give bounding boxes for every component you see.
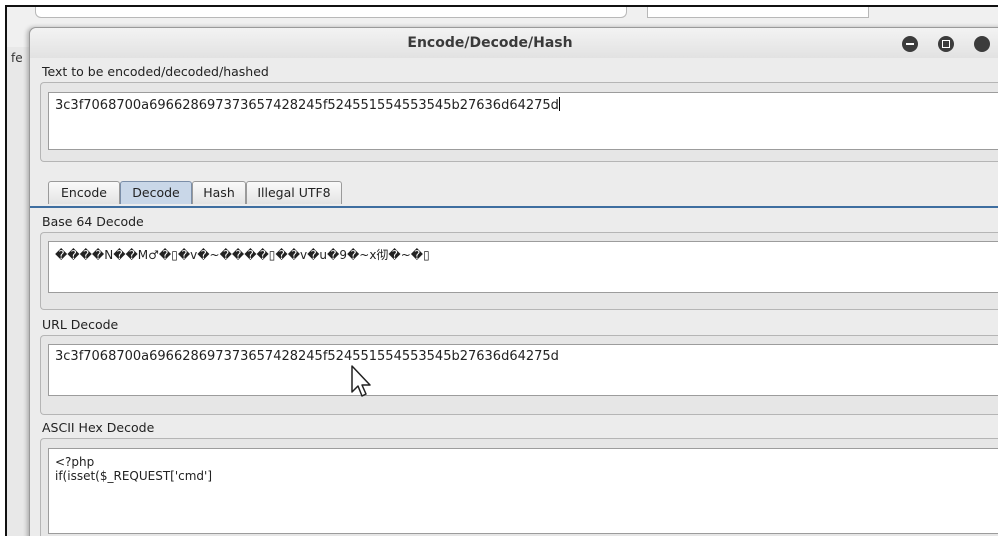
url-decode-output[interactable]: 3c3f7068700a696628697373657428245f524551…	[48, 344, 998, 396]
url-decode-label: URL Decode	[42, 317, 119, 332]
ascii-hex-decode-output[interactable]: <?php if(isset($_REQUEST['cmd']	[48, 448, 998, 534]
background-input-secondary	[647, 7, 869, 18]
encode-decode-hash-dialog: Encode/Decode/Hash Text to be encoded/de…	[29, 27, 998, 536]
title-bar[interactable]: Encode/Decode/Hash	[30, 28, 998, 58]
tab-hash[interactable]: Hash	[192, 181, 246, 204]
minimize-button[interactable]	[902, 36, 918, 52]
background-input	[35, 7, 627, 18]
window-title: Encode/Decode/Hash	[407, 35, 573, 51]
ascii-hex-decode-label: ASCII Hex Decode	[42, 420, 155, 435]
url-decode-text: 3c3f7068700a696628697373657428245f524551…	[55, 349, 559, 364]
mouse-pointer-icon	[351, 365, 371, 397]
input-textarea[interactable]: 3c3f7068700a696628697373657428245f524551…	[48, 92, 998, 150]
base64-decode-text: ����N��M♂�▯�v�~����▯��v�u�9�~x彻�~�▯	[55, 248, 430, 262]
background-text-fragment: fe	[11, 51, 23, 65]
base64-decode-label: Base 64 Decode	[42, 214, 144, 229]
close-button[interactable]	[974, 36, 990, 52]
tab-encode[interactable]: Encode	[48, 181, 120, 204]
base64-decode-output[interactable]: ����N��M♂�▯�v�~����▯��v�u�9�~x彻�~�▯	[48, 241, 998, 293]
input-label: Text to be encoded/decoded/hashed	[42, 64, 269, 79]
ascii-hex-line-1: <?php	[55, 455, 95, 469]
text-caret	[558, 97, 560, 111]
tab-divider	[30, 206, 998, 208]
ascii-hex-line-2: if(isset($_REQUEST['cmd']	[55, 469, 213, 483]
maximize-icon	[942, 40, 950, 48]
tab-illegal-utf8[interactable]: Illegal UTF8	[246, 181, 342, 204]
screenshot-frame: fe Encode/Decode/Hash Text to be encoded…	[5, 5, 998, 536]
input-text: 3c3f7068700a696628697373657428245f524551…	[55, 98, 559, 113]
minimize-icon	[906, 43, 914, 45]
tab-decode[interactable]: Decode	[120, 181, 192, 204]
maximize-button[interactable]	[938, 36, 954, 52]
